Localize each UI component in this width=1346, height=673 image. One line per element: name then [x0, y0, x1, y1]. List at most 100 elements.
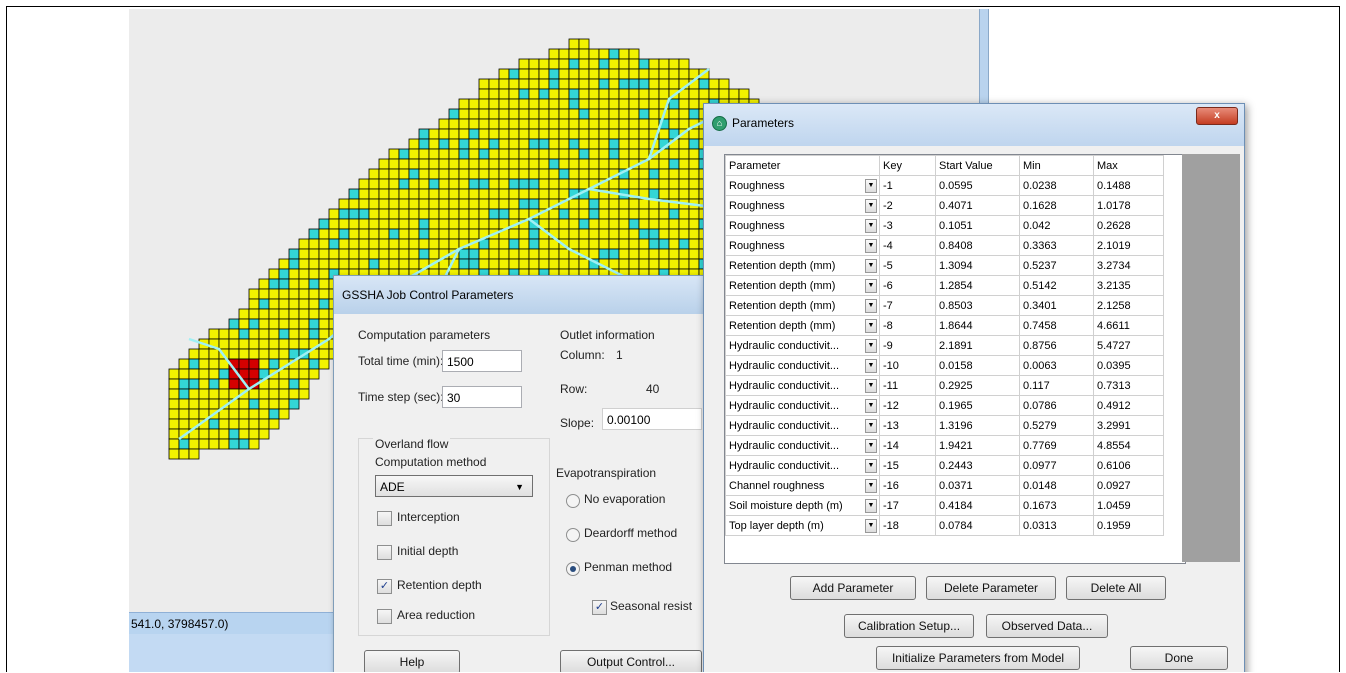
- parameter-cell[interactable]: Retention depth (mm) ▼: [725, 275, 880, 296]
- value-cell[interactable]: 4.6611: [1093, 315, 1164, 336]
- value-cell[interactable]: 1.0459: [1093, 495, 1164, 516]
- chevron-down-icon[interactable]: ▼: [865, 219, 877, 233]
- value-cell[interactable]: 0.8503: [935, 295, 1020, 316]
- value-cell[interactable]: 0.2443: [935, 455, 1020, 476]
- value-cell[interactable]: 0.0158: [935, 355, 1020, 376]
- value-cell[interactable]: 0.8408: [935, 235, 1020, 256]
- value-cell[interactable]: -11: [879, 375, 936, 396]
- seasonal-resist-checkbox[interactable]: ✓: [592, 600, 607, 615]
- value-cell[interactable]: 0.2925: [935, 375, 1020, 396]
- no-evaporation-radio[interactable]: [566, 494, 580, 508]
- value-cell[interactable]: -7: [879, 295, 936, 316]
- value-cell[interactable]: -3: [879, 215, 936, 236]
- value-cell[interactable]: 0.4912: [1093, 395, 1164, 416]
- interception-checkbox[interactable]: [377, 511, 392, 526]
- chevron-down-icon[interactable]: ▼: [865, 359, 877, 373]
- value-cell[interactable]: -8: [879, 315, 936, 336]
- chevron-down-icon[interactable]: ▼: [865, 439, 877, 453]
- value-cell[interactable]: 0.5237: [1019, 255, 1094, 276]
- column-header[interactable]: Max: [1093, 155, 1164, 176]
- add-parameter-button[interactable]: Add Parameter: [790, 576, 916, 600]
- column-header[interactable]: Key: [879, 155, 936, 176]
- close-icon[interactable]: x: [1196, 107, 1238, 125]
- value-cell[interactable]: 0.1051: [935, 215, 1020, 236]
- deardorff-radio[interactable]: [566, 528, 580, 542]
- calibration-setup-button[interactable]: Calibration Setup...: [844, 614, 974, 638]
- value-cell[interactable]: -6: [879, 275, 936, 296]
- value-cell[interactable]: 1.3196: [935, 415, 1020, 436]
- parameter-cell[interactable]: Roughness ▼: [725, 215, 880, 236]
- value-cell[interactable]: 0.1959: [1093, 515, 1164, 536]
- delete-all-button[interactable]: Delete All: [1066, 576, 1166, 600]
- value-cell[interactable]: 0.1628: [1019, 195, 1094, 216]
- value-cell[interactable]: 5.4727: [1093, 335, 1164, 356]
- chevron-down-icon[interactable]: ▼: [865, 239, 877, 253]
- value-cell[interactable]: 3.2734: [1093, 255, 1164, 276]
- value-cell[interactable]: 1.3094: [935, 255, 1020, 276]
- value-cell[interactable]: -2: [879, 195, 936, 216]
- slope-input[interactable]: 0.00100: [602, 408, 702, 430]
- value-cell[interactable]: 2.1891: [935, 335, 1020, 356]
- parameter-cell[interactable]: Retention depth (mm) ▼: [725, 255, 880, 276]
- table-row[interactable]: Hydraulic conductivit... ▼ -15 0.2443 0.0977…: [725, 455, 1164, 476]
- value-cell[interactable]: 0.1488: [1093, 175, 1164, 196]
- value-cell[interactable]: -1: [879, 175, 936, 196]
- chevron-down-icon[interactable]: ▼: [865, 259, 877, 273]
- value-cell[interactable]: 1.8644: [935, 315, 1020, 336]
- value-cell[interactable]: 0.5142: [1019, 275, 1094, 296]
- value-cell[interactable]: 3.2991: [1093, 415, 1164, 436]
- parameter-cell[interactable]: Roughness ▼: [725, 175, 880, 196]
- parameter-cell[interactable]: Roughness ▼: [725, 195, 880, 216]
- value-cell[interactable]: 0.3401: [1019, 295, 1094, 316]
- table-row[interactable]: Soil moisture depth (m) ▼ -17 0.4184 0.1673 1…: [725, 495, 1164, 516]
- parameter-cell[interactable]: Hydraulic conductivit... ▼: [725, 415, 880, 436]
- computation-method-select[interactable]: ADE ▼: [375, 475, 533, 497]
- value-cell[interactable]: 0.7458: [1019, 315, 1094, 336]
- table-row[interactable]: Hydraulic conductivit... ▼ -14 1.9421 0.7769…: [725, 435, 1164, 456]
- value-cell[interactable]: 0.0238: [1019, 175, 1094, 196]
- output-control-button[interactable]: Output Control...: [560, 650, 702, 672]
- value-cell[interactable]: 1.0178: [1093, 195, 1164, 216]
- table-row[interactable]: Roughness ▼ -2 0.4071 0.1628 1.0178: [725, 195, 1164, 216]
- value-cell[interactable]: 0.3363: [1019, 235, 1094, 256]
- chevron-down-icon[interactable]: ▼: [865, 459, 877, 473]
- table-row[interactable]: Retention depth (mm) ▼ -7 0.8503 0.3401 2.125…: [725, 295, 1164, 316]
- value-cell[interactable]: 0.1673: [1019, 495, 1094, 516]
- done-button[interactable]: Done: [1130, 646, 1228, 670]
- value-cell[interactable]: -13: [879, 415, 936, 436]
- value-cell[interactable]: 0.0927: [1093, 475, 1164, 496]
- value-cell[interactable]: 1.9421: [935, 435, 1020, 456]
- chevron-down-icon[interactable]: ▼: [865, 319, 877, 333]
- chevron-down-icon[interactable]: ▼: [865, 519, 877, 533]
- value-cell[interactable]: 2.1019: [1093, 235, 1164, 256]
- value-cell[interactable]: 0.0371: [935, 475, 1020, 496]
- table-row[interactable]: Roughness ▼ -3 0.1051 0.042 0.2628: [725, 215, 1164, 236]
- value-cell[interactable]: -9: [879, 335, 936, 356]
- chevron-down-icon[interactable]: ▼: [865, 499, 877, 513]
- chevron-down-icon[interactable]: ▼: [865, 339, 877, 353]
- value-cell[interactable]: 0.4184: [935, 495, 1020, 516]
- table-row[interactable]: Roughness ▼ -1 0.0595 0.0238 0.1488: [725, 175, 1164, 196]
- parameter-cell[interactable]: Roughness ▼: [725, 235, 880, 256]
- value-cell[interactable]: -10: [879, 355, 936, 376]
- parameter-cell[interactable]: Top layer depth (m) ▼: [725, 515, 880, 536]
- table-row[interactable]: Hydraulic conductivit... ▼ -9 2.1891 0.8756 5…: [725, 335, 1164, 356]
- chevron-down-icon[interactable]: ▼: [865, 419, 877, 433]
- table-row[interactable]: Hydraulic conductivit... ▼ -10 0.0158 0.0063…: [725, 355, 1164, 376]
- value-cell[interactable]: 0.2628: [1093, 215, 1164, 236]
- value-cell[interactable]: 0.0595: [935, 175, 1020, 196]
- chevron-down-icon[interactable]: ▼: [865, 279, 877, 293]
- value-cell[interactable]: 0.4071: [935, 195, 1020, 216]
- table-row[interactable]: Retention depth (mm) ▼ -8 1.8644 0.7458 4.661…: [725, 315, 1164, 336]
- value-cell[interactable]: 0.7769: [1019, 435, 1094, 456]
- chevron-down-icon[interactable]: ▼: [865, 399, 877, 413]
- parameter-cell[interactable]: Hydraulic conductivit... ▼: [725, 455, 880, 476]
- parameter-cell[interactable]: Retention depth (mm) ▼: [725, 295, 880, 316]
- table-row[interactable]: Hydraulic conductivit... ▼ -11 0.2925 0.117 0…: [725, 375, 1164, 396]
- observed-data-button[interactable]: Observed Data...: [986, 614, 1108, 638]
- chevron-down-icon[interactable]: ▼: [865, 379, 877, 393]
- value-cell[interactable]: -5: [879, 255, 936, 276]
- value-cell[interactable]: 0.1965: [935, 395, 1020, 416]
- value-cell[interactable]: -4: [879, 235, 936, 256]
- value-cell[interactable]: 2.1258: [1093, 295, 1164, 316]
